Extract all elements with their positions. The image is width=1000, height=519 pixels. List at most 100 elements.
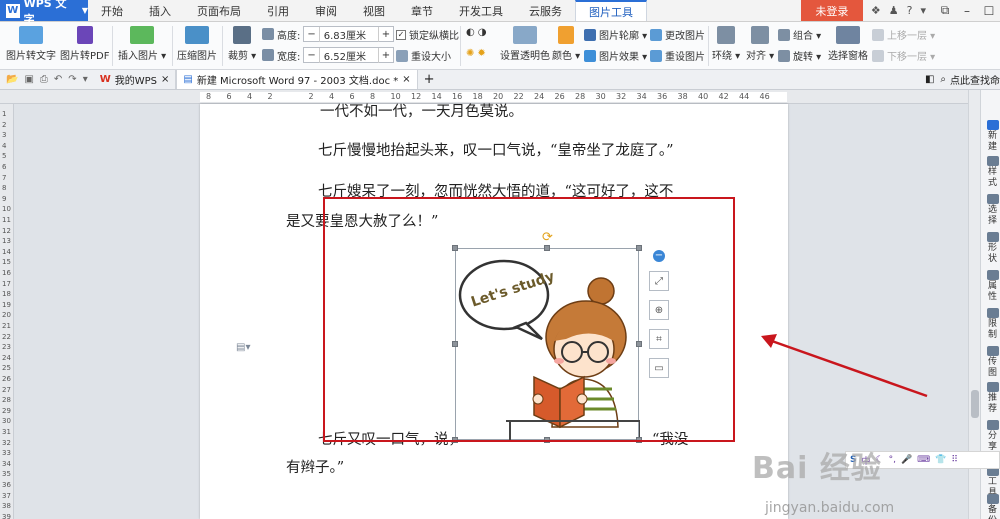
bring-forward-button[interactable]: 上移一层 ▾ bbox=[872, 27, 935, 42]
picture-outline-button[interactable]: 图片轮廓 ▾ bbox=[584, 27, 647, 42]
redo-icon[interactable]: ↷ bbox=[68, 74, 76, 85]
selection-pane-button[interactable]: 选择窗格 bbox=[828, 26, 868, 62]
contrast-down-icon[interactable]: ◑ bbox=[478, 27, 487, 38]
command-search[interactable]: 点此查找命 bbox=[950, 72, 1000, 87]
ruler-tick-label: 19 bbox=[2, 300, 11, 309]
new-tab-button[interactable]: + bbox=[418, 72, 441, 87]
tab-my-wps[interactable]: W 我的WPS × bbox=[94, 70, 177, 89]
ruler-tick-label: 4 bbox=[2, 141, 7, 150]
tab-references[interactable]: 引用 bbox=[254, 0, 302, 21]
selection-pane-label: 选择窗格 bbox=[828, 51, 868, 62]
height-icon bbox=[262, 28, 274, 40]
rp-recommend[interactable]: 推荐 bbox=[984, 382, 1000, 415]
open-icon[interactable]: 📂 bbox=[6, 74, 18, 85]
punct-icon[interactable]: °, bbox=[889, 455, 896, 465]
restore-icon[interactable]: ⧉ bbox=[934, 0, 956, 21]
close-icon[interactable]: × bbox=[402, 74, 410, 85]
width-stepper[interactable]: − 6.52厘米 + bbox=[303, 47, 395, 63]
contrast-icon[interactable]: ◐ bbox=[466, 27, 475, 38]
rp-style[interactable]: 样式 bbox=[984, 156, 1000, 189]
tab-document[interactable]: ▤ 新建 Microsoft Word 97 - 2003 文档.doc * × bbox=[176, 70, 418, 89]
set-transparent-button[interactable]: 设置透明色 bbox=[500, 26, 550, 62]
rp-upload[interactable]: 传图 bbox=[984, 346, 1000, 379]
close-icon[interactable]: × bbox=[161, 74, 169, 85]
fit-icon[interactable]: ◧ bbox=[925, 74, 934, 85]
width-plus-button[interactable]: + bbox=[379, 50, 393, 61]
pic-to-pdf-button[interactable]: 图片转PDF bbox=[60, 26, 109, 62]
keyboard-icon[interactable]: ⌨ bbox=[917, 455, 930, 465]
skin-icon[interactable]: 👕 bbox=[935, 455, 946, 465]
tab-view[interactable]: 视图 bbox=[350, 0, 398, 21]
ruler-tick-label: 37 bbox=[2, 491, 11, 500]
width-label: 宽度: bbox=[277, 51, 301, 63]
ruler-tick-label: 32 bbox=[2, 438, 11, 447]
tab-page-layout[interactable]: 页面布局 bbox=[184, 0, 254, 21]
rp-backup[interactable]: 备份 bbox=[984, 494, 1000, 519]
picture-effect-button[interactable]: 图片效果 ▾ bbox=[584, 48, 647, 63]
paragraph-line[interactable]: 有辫子。” bbox=[286, 456, 344, 477]
tab-section[interactable]: 章节 bbox=[398, 0, 446, 21]
reset-size-button[interactable]: 重设大小 bbox=[396, 48, 451, 63]
compress-picture-button[interactable]: 压缩图片 bbox=[177, 26, 217, 62]
paragraph-marker-icon[interactable]: ▤▾ bbox=[236, 342, 250, 353]
tab-developer[interactable]: 开发工具 bbox=[446, 0, 516, 21]
grid-icon[interactable]: ⠿ bbox=[951, 455, 958, 465]
app-menu-button[interactable]: W WPS 文字 ▼ bbox=[0, 0, 88, 26]
search-icon[interactable]: ⌕ bbox=[940, 74, 946, 85]
paragraph-line[interactable]: 七斤慢慢地抬起头来，叹一口气说，“皇帝坐了龙庭了。” bbox=[318, 139, 674, 160]
height-minus-button[interactable]: − bbox=[304, 29, 318, 40]
align-button[interactable]: 对齐 ▾ bbox=[746, 26, 774, 62]
rp-restrict[interactable]: 限制 bbox=[984, 308, 1000, 341]
rotate-button[interactable]: 旋转 ▾ bbox=[778, 48, 821, 63]
insert-picture-button[interactable]: 插入图片 ▾ bbox=[118, 26, 166, 62]
rp-new[interactable]: 新建 bbox=[984, 120, 1000, 153]
help-icon[interactable]: ? bbox=[907, 4, 913, 17]
save-icon[interactable]: ▣ bbox=[24, 74, 33, 85]
rp-select[interactable]: 选择 bbox=[984, 194, 1000, 227]
send-backward-button[interactable]: 下移一层 ▾ bbox=[872, 48, 935, 63]
height-stepper[interactable]: − 6.83厘米 + bbox=[303, 26, 395, 42]
print-icon[interactable]: ⎙ bbox=[40, 74, 48, 85]
skin-icon[interactable]: ❖ bbox=[871, 4, 881, 17]
group-button[interactable]: 组合 ▾ bbox=[778, 27, 821, 42]
checkbox-checked-icon: ✓ bbox=[396, 29, 406, 40]
rp-shape[interactable]: 形状 bbox=[984, 232, 1000, 265]
rp-share[interactable]: 分享 bbox=[984, 420, 1000, 453]
tab-cloud[interactable]: 云服务 bbox=[516, 0, 575, 21]
tab-review[interactable]: 审阅 bbox=[302, 0, 350, 21]
brightness-up-icon[interactable]: ✺ bbox=[466, 48, 474, 59]
vertical-ruler[interactable]: 1 2 3 4 5 6 7 8 9 10 11 12 13 14 15 16 17 18 19 20 21 22 23 24 2… bbox=[0, 104, 14, 519]
brightness-buttons[interactable]: ✺ ✹ bbox=[466, 48, 486, 59]
rp-property[interactable]: 属性 bbox=[984, 270, 1000, 303]
rp-label: 限制 bbox=[987, 319, 997, 340]
width-minus-button[interactable]: − bbox=[304, 50, 318, 61]
baidu-watermark: Bai 经验 bbox=[752, 451, 882, 486]
compress-picture-label: 压缩图片 bbox=[177, 51, 217, 62]
brightness-down-icon[interactable]: ✹ bbox=[477, 48, 485, 59]
shirt-icon[interactable]: ♟ bbox=[889, 4, 899, 17]
qa-chevron-icon[interactable]: ▾ bbox=[83, 74, 88, 85]
wrap-button[interactable]: 环绕 ▾ bbox=[712, 26, 740, 62]
width-value[interactable]: 6.52厘米 bbox=[318, 47, 379, 63]
height-plus-button[interactable]: + bbox=[379, 29, 393, 40]
crop-button[interactable]: 裁剪 ▾ bbox=[228, 26, 256, 62]
tab-insert[interactable]: 插入 bbox=[136, 0, 184, 21]
tab-home[interactable]: 开始 bbox=[88, 0, 136, 21]
mic-icon[interactable]: 🎤 bbox=[901, 455, 912, 465]
tab-picture-tools[interactable]: 图片工具 bbox=[575, 0, 647, 21]
undo-icon[interactable]: ↶ bbox=[54, 74, 62, 85]
color-button[interactable]: 颜色 ▾ bbox=[552, 26, 580, 62]
scrollbar-thumb[interactable] bbox=[971, 390, 979, 418]
contrast-buttons[interactable]: ◐ ◑ bbox=[466, 27, 486, 38]
reset-picture-button[interactable]: 重设图片 bbox=[650, 48, 705, 63]
wps-logo-icon: W bbox=[6, 3, 20, 18]
pic-to-text-button[interactable]: 图片转文字 bbox=[6, 26, 56, 62]
minimize-icon[interactable]: – bbox=[956, 0, 978, 21]
paragraph-line[interactable]: 一代不如一代，一天月色莫说。 bbox=[320, 100, 523, 121]
height-value[interactable]: 6.83厘米 bbox=[318, 26, 379, 42]
maximize-icon[interactable]: ☐ bbox=[978, 0, 1000, 21]
menu-chevron-icon[interactable]: ▾ bbox=[920, 4, 926, 17]
login-button[interactable]: 未登录 bbox=[800, 0, 863, 21]
change-picture-button[interactable]: 更改图片 bbox=[650, 27, 705, 42]
lock-ratio-checkbox[interactable]: ✓ 锁定纵横比 bbox=[396, 27, 459, 42]
